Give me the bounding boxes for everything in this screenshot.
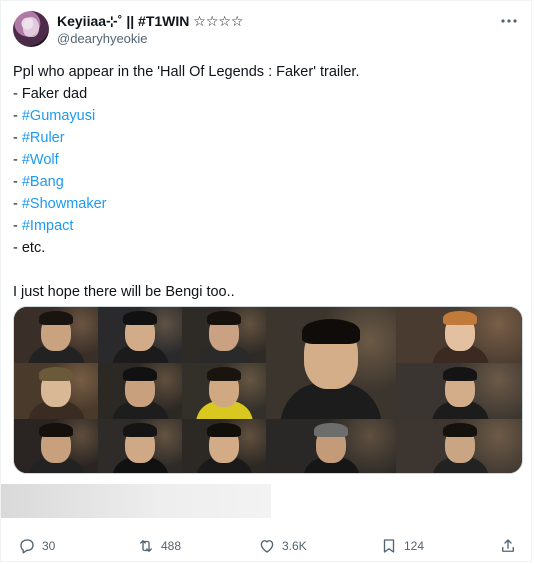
avatar[interactable] xyxy=(13,11,49,47)
retweet-count: 488 xyxy=(161,539,182,553)
portrait-tile xyxy=(182,419,266,473)
tweet-text: Ppl who appear in the 'Hall Of Legends :… xyxy=(13,61,513,303)
retweet-icon xyxy=(140,540,152,552)
tweet-line: - #Ruler xyxy=(13,130,65,146)
blurred-region xyxy=(1,484,271,518)
portrait-tile xyxy=(182,363,266,419)
tweet-line: - etc. xyxy=(13,240,46,256)
tweet-line: - #Impact xyxy=(13,218,74,234)
hashtag-link[interactable]: #Ruler xyxy=(22,130,65,146)
portrait-tile xyxy=(182,307,266,363)
portrait-tile xyxy=(396,363,522,419)
hashtag-link[interactable]: #Bang xyxy=(22,174,64,190)
like-count: 3.6K xyxy=(282,539,307,553)
hashtag-link[interactable]: #Showmaker xyxy=(22,196,107,212)
hashtag-link[interactable]: #Wolf xyxy=(22,152,59,168)
retweet-button[interactable]: 488 xyxy=(137,531,181,561)
bookmark-icon xyxy=(383,539,395,553)
share-icon xyxy=(502,539,514,552)
tweet-line: I just hope there will be Bengi too.. xyxy=(13,284,235,300)
tweet-card[interactable]: Keyiiaa⊹˚ || #T1WIN ☆☆☆☆ @dearyhyeokie P… xyxy=(0,0,532,562)
portrait-tile xyxy=(266,419,396,473)
display-name[interactable]: Keyiiaa⊹˚ || #T1WIN ☆☆☆☆ xyxy=(57,12,243,30)
reply-button[interactable]: 30 xyxy=(18,531,55,561)
portrait-tile xyxy=(14,363,98,419)
tweet-line: - Faker dad xyxy=(13,86,88,102)
portrait-tile xyxy=(266,307,396,419)
tweet-line: - #Wolf xyxy=(13,152,59,168)
portrait-tile xyxy=(14,419,98,473)
reply-count: 30 xyxy=(42,539,56,553)
reply-icon xyxy=(20,539,34,554)
hashtag-link[interactable]: #Impact xyxy=(22,218,74,234)
tweet-line: - #Gumayusi xyxy=(13,108,96,124)
like-button[interactable]: 3.6K xyxy=(258,531,307,561)
heart-icon xyxy=(260,540,274,553)
hashtag-link[interactable]: #Gumayusi xyxy=(22,108,95,124)
bookmark-button[interactable]: 124 xyxy=(380,531,424,561)
tweet-line: Ppl who appear in the 'Hall Of Legends :… xyxy=(13,64,360,80)
more-icon[interactable] xyxy=(499,13,519,29)
portrait-tile xyxy=(98,419,182,473)
portrait-tile xyxy=(396,419,522,473)
portrait-tile xyxy=(396,307,522,363)
portrait-tile xyxy=(98,307,182,363)
portrait-tile xyxy=(98,363,182,419)
portrait-tile xyxy=(14,307,98,363)
action-bar: 30 488 3.6K 124 xyxy=(1,531,534,561)
bookmark-count: 124 xyxy=(404,539,425,553)
tweet-line: - #Bang xyxy=(13,174,64,190)
user-handle[interactable]: @dearyhyeokie xyxy=(57,31,148,47)
tweet-line: - #Showmaker xyxy=(13,196,107,212)
share-button[interactable] xyxy=(499,531,523,561)
media-image[interactable] xyxy=(13,306,523,474)
